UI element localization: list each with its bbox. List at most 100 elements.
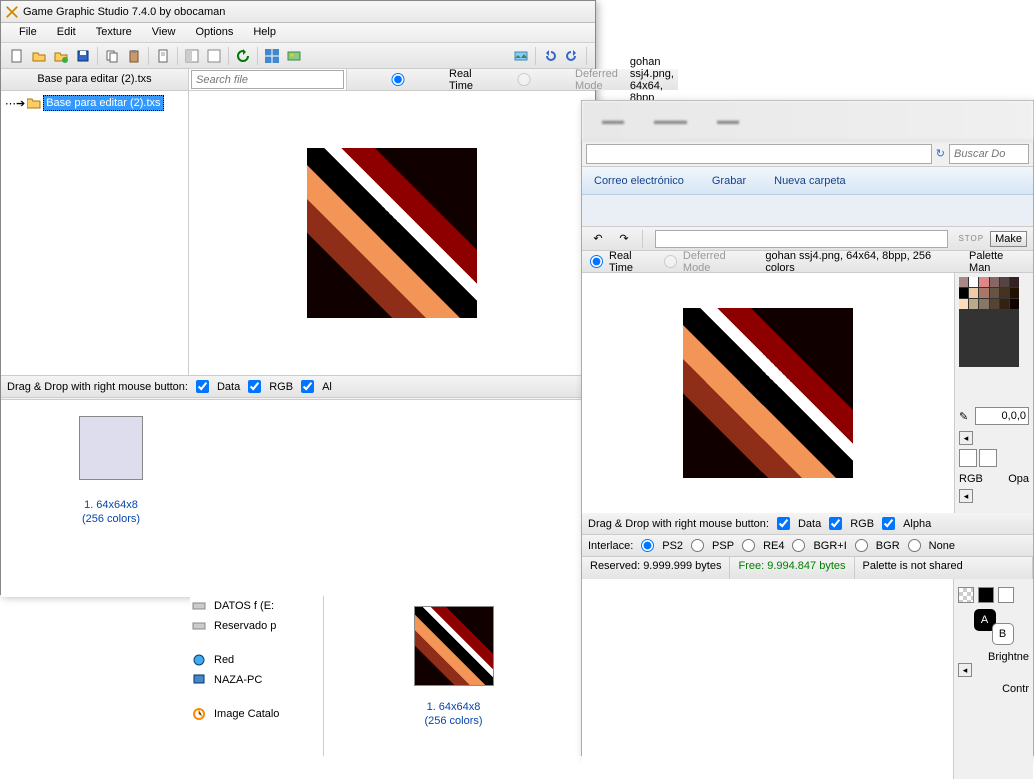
color-value[interactable]: 0,0,0 — [975, 407, 1029, 425]
il2-re4[interactable] — [742, 539, 755, 552]
data-checkbox-2[interactable] — [777, 517, 790, 530]
realtime-radio[interactable] — [353, 73, 443, 86]
alpha-checkbox-2[interactable] — [882, 517, 895, 530]
eyedropper-icon[interactable]: ✎ — [959, 410, 971, 423]
stop-button[interactable]: STOP — [958, 234, 984, 243]
current-file-label: Base para editar (2).txs — [1, 69, 189, 90]
drive-item[interactable]: Reservado p — [190, 616, 330, 636]
ab-color-picker[interactable]: A B — [974, 609, 1014, 645]
make-button[interactable]: Make — [990, 231, 1027, 247]
search-input[interactable] — [191, 70, 344, 89]
toolbar-2: ↶ ↷ STOP Make — [582, 227, 1033, 251]
swatch[interactable] — [959, 449, 977, 467]
checker-swatch[interactable] — [958, 587, 974, 603]
il2-bgri[interactable] — [792, 539, 805, 552]
window-title: Game Graphic Studio 7.4.0 by obocaman — [23, 6, 225, 18]
menu-texture[interactable]: Texture — [86, 23, 142, 42]
undo-icon[interactable] — [540, 46, 560, 66]
scroll-left-icon[interactable]: ◂ — [959, 489, 973, 503]
redo-icon[interactable]: ↷ — [614, 229, 634, 249]
explorer-tree: DATOS f (E: Reservado p Red NAZA-PC Imag… — [190, 596, 330, 756]
white-swatch[interactable] — [998, 587, 1014, 603]
blurred-header: ▬▬▬▬▬▬▬ — [582, 101, 1033, 141]
menu-help[interactable]: Help — [243, 23, 286, 42]
pc-item[interactable]: NAZA-PC — [190, 670, 330, 690]
folder-icon — [27, 97, 41, 109]
palette-grid[interactable] — [959, 277, 1019, 367]
image-icon[interactable] — [511, 46, 531, 66]
palette-panel: ✎ 0,0,0 ◂ RGB Opa ◂ — [954, 273, 1033, 513]
realtime-radio-2[interactable] — [590, 255, 603, 268]
il2-none[interactable] — [908, 539, 921, 552]
doc-icon[interactable] — [153, 46, 173, 66]
deferred-radio-2[interactable] — [664, 255, 677, 268]
drive-item[interactable]: DATOS f (E: — [190, 596, 330, 616]
mode1-icon[interactable] — [182, 46, 202, 66]
menu-file[interactable]: File — [9, 23, 47, 42]
file-info-text: gohan ssj4.png, 64x64, 8bpp — [630, 56, 674, 104]
texture-catalog[interactable]: 1. 64x64x8 (256 colors) — [1, 399, 597, 597]
tree-item[interactable]: ⋯➔ Base para editar (2).txs — [5, 95, 184, 111]
deferred-radio[interactable] — [479, 73, 569, 86]
cmd-email[interactable]: Correo electrónico — [594, 175, 684, 187]
catalog-item[interactable]: 1. 64x64x8 (256 colors) — [61, 416, 161, 526]
main-window: Game Graphic Studio 7.4.0 by obocaman Fi… — [0, 0, 596, 595]
network-item[interactable]: Red — [190, 650, 330, 670]
scroll-left-icon[interactable]: ◂ — [959, 431, 973, 445]
swatch[interactable] — [979, 449, 997, 467]
address-bar-row: ↻ — [582, 141, 1033, 167]
address-bar[interactable] — [586, 144, 932, 164]
redo-icon[interactable] — [562, 46, 582, 66]
statusbar-2: Reserved: 9.999.999 bytes Free: 9.994.84… — [582, 557, 1033, 579]
il2-ps2[interactable] — [641, 539, 654, 552]
refresh-icon[interactable]: ↻ — [936, 147, 945, 160]
sprite-image — [307, 148, 477, 318]
bottom-right-panel: A B Brightne ◂ Contr — [954, 579, 1033, 779]
path-field[interactable] — [655, 230, 948, 248]
search-field[interactable] — [949, 144, 1029, 164]
il2-psp[interactable] — [691, 539, 704, 552]
catalog-thumb — [79, 416, 143, 480]
il2-bgr[interactable] — [855, 539, 868, 552]
paste-icon[interactable] — [124, 46, 144, 66]
rgb-checkbox-2[interactable] — [829, 517, 842, 530]
file-info-2: gohan ssj4.png, 64x64, 8bpp, 256 colors — [765, 250, 961, 274]
command-bar: Correo electrónico Grabar Nueva carpeta — [582, 167, 1033, 195]
rgb-checkbox[interactable] — [248, 380, 261, 393]
preview-icon[interactable] — [284, 46, 304, 66]
bottom-left-panel — [582, 579, 954, 779]
color-b[interactable]: B — [992, 623, 1014, 645]
cmd-newfolder[interactable]: Nueva carpeta — [774, 175, 846, 187]
titlebar[interactable]: Game Graphic Studio 7.4.0 by obocaman — [1, 1, 595, 23]
grid-icon[interactable] — [262, 46, 282, 66]
file-tree[interactable]: ⋯➔ Base para editar (2).txs — [1, 91, 189, 375]
undo-icon[interactable]: ↶ — [588, 229, 608, 249]
new-icon[interactable] — [7, 46, 27, 66]
mode2-icon[interactable] — [204, 46, 224, 66]
al-checkbox[interactable] — [301, 380, 314, 393]
toolbar — [1, 43, 595, 69]
catalog-thumb-2 — [414, 606, 494, 686]
menu-edit[interactable]: Edit — [47, 23, 86, 42]
data-checkbox[interactable] — [196, 380, 209, 393]
black-swatch[interactable] — [978, 587, 994, 603]
scroll-left-icon[interactable]: ◂ — [958, 663, 972, 677]
menu-view[interactable]: View — [142, 23, 186, 42]
catalog-panel-2[interactable]: 1. 64x64x8 (256 colors) — [323, 596, 583, 756]
refresh-icon[interactable] — [233, 46, 253, 66]
open2-icon[interactable] — [51, 46, 71, 66]
catalog-item[interactable]: Image Catalo — [190, 704, 330, 724]
app-icon — [5, 5, 19, 19]
menu-options[interactable]: Options — [185, 23, 243, 42]
texture-preview[interactable] — [189, 91, 595, 375]
copy-icon[interactable] — [102, 46, 122, 66]
tree-item-label: Base para editar (2).txs — [43, 95, 163, 111]
arrow-icon: ⋯➔ — [5, 97, 25, 110]
sprite-image-2 — [683, 308, 853, 478]
cmd-record[interactable]: Grabar — [712, 175, 746, 187]
preview-2[interactable] — [582, 273, 954, 513]
save-icon[interactable] — [73, 46, 93, 66]
secondary-window: ▬▬▬▬▬▬▬ ↻ Correo electrónico Grabar Nuev… — [581, 100, 1034, 756]
menubar: File Edit Texture View Options Help — [1, 23, 595, 43]
open-icon[interactable] — [29, 46, 49, 66]
